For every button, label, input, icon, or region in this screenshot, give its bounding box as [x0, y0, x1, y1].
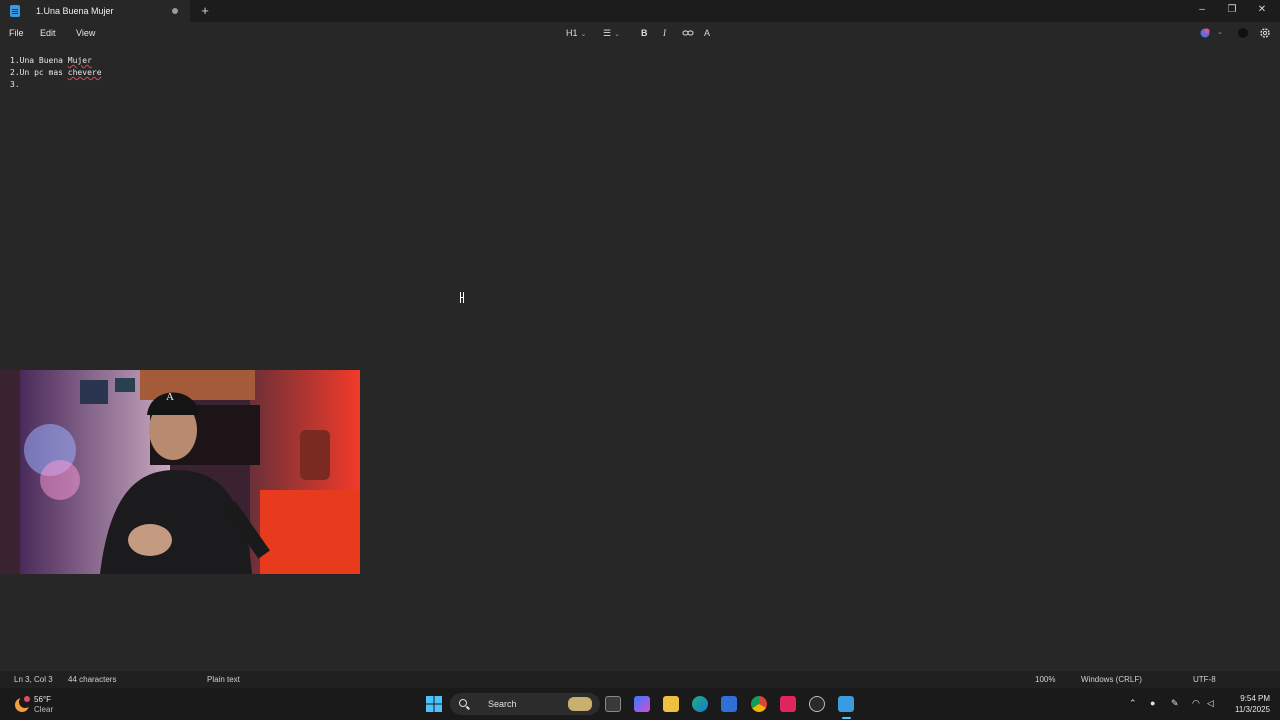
link-button[interactable] [682, 26, 694, 40]
avatar [1238, 28, 1248, 38]
notepad-taskbar-icon[interactable] [838, 696, 854, 712]
cursor-position: Ln 3, Col 3 [14, 675, 53, 684]
tray-stylus-icon[interactable]: ✎ [1171, 698, 1179, 709]
menu-bar: File Edit View H1 ⌄ ☰ ⌄ B I A ⌄ [0, 22, 1280, 44]
show-hidden-icons-chevron-icon[interactable]: ⌃ [1129, 698, 1137, 709]
document-line-2: 2.Un pc mas chevere [10, 68, 102, 77]
edge-browser-icon[interactable] [692, 696, 708, 712]
menu-view[interactable]: View [76, 28, 95, 38]
line-ending[interactable]: Windows (CRLF) [1081, 675, 1142, 684]
search-icon [459, 699, 467, 707]
webcam-overlay: A [0, 370, 360, 574]
chevron-down-icon: ⌄ [614, 31, 620, 38]
maximize-button[interactable]: ❐ [1224, 3, 1240, 17]
misspelled-word: Mujer [67, 56, 92, 65]
account-button[interactable] [1237, 26, 1249, 40]
taskbar: 56°F Clear Search ⌃ ● ✎ ◠ ◁ 9:54 PM 11/3… [0, 688, 1280, 720]
line-1-text: 1.Una Buena [10, 56, 68, 65]
microsoft-store-icon[interactable] [721, 696, 737, 712]
volume-icon[interactable]: ◁ [1207, 698, 1214, 709]
heading-label: H1 [566, 28, 578, 38]
document-line-1: 1.Una Buena Mujer [10, 56, 92, 65]
list-icon: ☰ [603, 28, 612, 38]
menu-file[interactable]: File [9, 28, 24, 38]
weather-moon-icon [15, 696, 31, 712]
search-highlight-icon [568, 697, 592, 711]
misspelled-word: chevere [67, 68, 102, 77]
status-bar: Ln 3, Col 3 44 characters Plain text 100… [0, 671, 1280, 688]
tab-title: 1.Una Buena Mujer [36, 6, 114, 16]
line-2-text: 2.Un pc mas [10, 68, 68, 77]
document-line-3: 3. [10, 80, 20, 89]
cap-logo: A [166, 391, 174, 403]
menu-edit[interactable]: Edit [40, 28, 56, 38]
start-button[interactable] [426, 696, 442, 712]
chevron-down-icon: ⌄ [580, 31, 587, 38]
clock-date[interactable]: 11/3/2025 [1226, 705, 1270, 714]
task-view-icon[interactable] [605, 696, 621, 712]
gear-icon [1260, 28, 1270, 38]
weather-temp: 56°F [34, 695, 51, 704]
document-tab[interactable]: 1.Una Buena Mujer [0, 0, 190, 22]
copilot-icon [1200, 28, 1210, 38]
bold-button[interactable]: B [641, 26, 648, 40]
notepad-icon [10, 5, 20, 17]
clear-formatting-button[interactable]: A [704, 26, 710, 40]
list-dropdown[interactable]: ☰ ⌄ [603, 26, 620, 40]
tiktok-icon[interactable] [780, 696, 796, 712]
zoom-level[interactable]: 100% [1035, 675, 1055, 684]
settings-button[interactable] [1259, 26, 1271, 40]
heading-dropdown[interactable]: H1 ⌄ [566, 26, 586, 40]
active-app-indicator [842, 717, 851, 719]
weather-widget[interactable]: 56°F Clear [10, 693, 80, 717]
windows-logo-icon [426, 696, 442, 712]
character-count: 44 characters [68, 675, 117, 684]
text-cursor-icon [460, 292, 464, 303]
minimize-button[interactable]: – [1194, 3, 1210, 17]
search-label: Search [488, 699, 517, 709]
file-format[interactable]: Plain text [207, 675, 240, 684]
wifi-icon[interactable]: ◠ [1192, 698, 1200, 709]
copilot-button[interactable] [1199, 26, 1211, 40]
tray-app-icon[interactable]: ● [1150, 698, 1155, 708]
close-button[interactable]: ✕ [1254, 3, 1270, 17]
taskbar-search[interactable]: Search [450, 693, 600, 715]
chrome-browser-icon[interactable] [751, 696, 767, 712]
text-editor[interactable]: 1.Una Buena Mujer 2.Un pc mas chevere 3. [0, 44, 1280, 668]
obs-studio-icon[interactable] [809, 696, 825, 712]
unsaved-dot-icon[interactable] [172, 8, 178, 14]
copilot-app-icon[interactable] [634, 696, 650, 712]
clock-time[interactable]: 9:54 PM [1226, 694, 1270, 703]
chevron-down-icon[interactable]: ⌄ [1217, 26, 1223, 40]
title-bar: 1.Una Buena Mujer + – ❐ ✕ [0, 0, 1280, 22]
webcam-video: A [0, 370, 360, 574]
file-explorer-icon[interactable] [663, 696, 679, 712]
italic-button[interactable]: I [663, 26, 666, 40]
link-icon [682, 30, 694, 36]
weather-desc: Clear [34, 705, 54, 714]
encoding[interactable]: UTF-8 [1193, 675, 1216, 684]
new-tab-button[interactable]: + [198, 3, 212, 19]
